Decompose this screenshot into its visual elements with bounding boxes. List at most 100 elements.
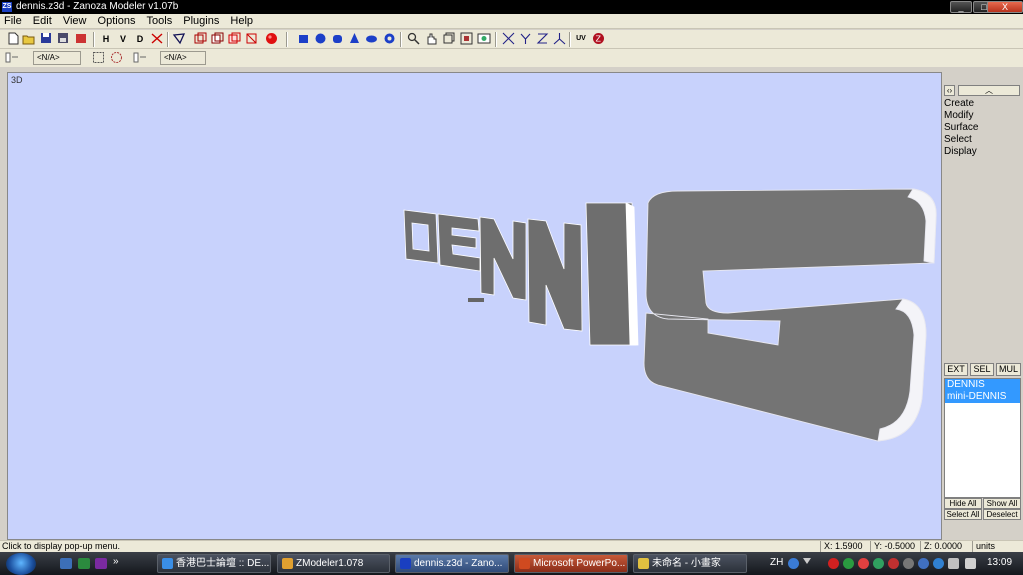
axis-y-icon[interactable]	[518, 32, 532, 46]
tray-app6-icon[interactable]	[903, 558, 914, 569]
camera-icon[interactable]	[477, 32, 491, 46]
letter-i	[585, 202, 639, 346]
rotate-icon[interactable]	[441, 32, 455, 46]
pan-icon[interactable]	[424, 32, 438, 46]
quicklaunch-more-icon[interactable]: »	[113, 556, 119, 567]
open-file-icon[interactable]	[22, 32, 36, 46]
tab-ext[interactable]: EXT	[944, 363, 968, 376]
tray-app4-icon[interactable]	[873, 558, 884, 569]
options-arrow-icon[interactable]	[803, 558, 811, 569]
app-icon[interactable]: ZS	[2, 2, 12, 12]
close-button[interactable]: X	[987, 1, 1023, 13]
zoom-icon[interactable]	[406, 32, 420, 46]
mini-dennis-mark	[468, 298, 484, 302]
start-button[interactable]	[6, 553, 36, 575]
object-list[interactable]: DENNIS mini-DENNIS	[944, 378, 1021, 498]
list-item[interactable]: DENNIS	[945, 379, 1020, 391]
menu-file[interactable]: File	[0, 14, 26, 29]
main-toolbar: H V D UV Z	[0, 30, 1023, 49]
zanoza-app-icon	[400, 558, 411, 569]
panel-create[interactable]: Create	[944, 98, 974, 110]
show-all-button[interactable]: Show All	[983, 498, 1021, 509]
taskbar-item[interactable]: Microsoft PowerPo...	[514, 554, 628, 573]
menu-plugins[interactable]: Plugins	[179, 14, 223, 29]
wire-cube-icon[interactable]	[244, 32, 258, 46]
tray-app2-icon[interactable]	[843, 558, 854, 569]
taskbar-item[interactable]: 香港巴士論壇 :: DE...	[157, 554, 271, 573]
cone-primitive-icon[interactable]	[347, 32, 361, 46]
taskbar-item[interactable]: 未命名 - 小畫家	[633, 554, 747, 573]
new-file-icon[interactable]	[6, 32, 20, 46]
panel-modify[interactable]: Modify	[944, 110, 973, 122]
menu-view[interactable]: View	[59, 14, 91, 29]
box-primitive-icon[interactable]	[296, 32, 310, 46]
taskbar-item[interactable]: dennis.z3d - Zano...	[395, 554, 509, 573]
menu-tools[interactable]: Tools	[143, 14, 177, 29]
svg-text:Z: Z	[595, 35, 601, 44]
axis-xyz-icon[interactable]	[552, 32, 566, 46]
language-indicator[interactable]: ZH	[770, 557, 783, 568]
tray-app8-icon[interactable]	[933, 558, 944, 569]
list-item[interactable]: mini-DENNIS	[945, 391, 1020, 403]
tab-mul[interactable]: MUL	[996, 363, 1021, 376]
select-all-button[interactable]: Select All	[944, 509, 982, 520]
minimize-button[interactable]: _	[950, 1, 972, 13]
taskbar-item[interactable]: ZModeler1.078	[277, 554, 390, 573]
vertical-button[interactable]: V	[116, 32, 130, 46]
save-icon[interactable]	[39, 32, 53, 46]
panel-display[interactable]: Display	[944, 146, 977, 158]
axis-z-icon[interactable]	[535, 32, 549, 46]
menu-help[interactable]: Help	[226, 14, 257, 29]
volume-icon[interactable]	[965, 558, 976, 569]
show-desktop-icon[interactable]	[60, 558, 72, 569]
gear-primitive-icon[interactable]	[382, 32, 396, 46]
box-view-icon[interactable]	[193, 32, 207, 46]
panel-surface[interactable]: Surface	[944, 122, 978, 134]
cylinder-primitive-icon[interactable]	[330, 32, 344, 46]
sphere-primitive-icon[interactable]	[313, 32, 327, 46]
depth-button[interactable]: D	[133, 32, 147, 46]
menu-options[interactable]: Options	[94, 14, 140, 29]
panel-select[interactable]: Select	[944, 134, 972, 146]
tab-sel[interactable]: SEL	[970, 363, 994, 376]
grid-toggle-icon[interactable]	[133, 51, 147, 65]
select-circle-icon[interactable]	[109, 51, 123, 65]
undo-icon[interactable]	[74, 32, 88, 46]
cut-icon[interactable]	[150, 32, 164, 46]
help-icon[interactable]	[788, 558, 799, 569]
tray-app5-icon[interactable]	[888, 558, 899, 569]
cube-alt-icon[interactable]	[227, 32, 241, 46]
media-player-icon[interactable]	[78, 558, 90, 569]
select-rect-icon[interactable]	[91, 51, 105, 65]
horizontal-button[interactable]: H	[99, 32, 113, 46]
letter-n2	[527, 218, 583, 332]
clock[interactable]: 13:09	[987, 557, 1012, 568]
letter-n1	[479, 216, 527, 301]
tray-app3-icon[interactable]	[858, 558, 869, 569]
hide-all-button[interactable]: Hide All	[944, 498, 982, 509]
menu-edit[interactable]: Edit	[29, 14, 56, 29]
grid-selector[interactable]: <N/A>	[160, 51, 206, 65]
powerpoint-icon	[519, 558, 530, 569]
cube-icon[interactable]	[210, 32, 224, 46]
messenger-icon[interactable]	[95, 558, 107, 569]
uv-icon[interactable]: UV	[574, 32, 588, 46]
viewport-3d[interactable]: 3D	[7, 72, 942, 540]
tray-app1-icon[interactable]	[828, 558, 839, 569]
snap-selector[interactable]: <N/A>	[33, 51, 81, 65]
panel-scroll-up-button[interactable]: ︿	[958, 85, 1020, 96]
fit-icon[interactable]	[459, 32, 473, 46]
secondary-toolbar: <N/A> <N/A>	[0, 49, 1023, 67]
snap-toggle-icon[interactable]	[5, 51, 19, 65]
deselect-button[interactable]: Deselect	[983, 509, 1021, 520]
panel-collapse-button[interactable]: ‹›	[944, 85, 955, 96]
zanoza-icon[interactable]: Z	[591, 32, 605, 46]
left-gutter	[0, 68, 7, 540]
sphere-render-icon[interactable]	[264, 32, 278, 46]
tray-app7-icon[interactable]	[918, 558, 929, 569]
torus-primitive-icon[interactable]	[364, 32, 378, 46]
pick-icon[interactable]	[172, 32, 186, 46]
network-icon[interactable]	[948, 558, 959, 569]
save-as-icon[interactable]	[56, 32, 70, 46]
axis-x-icon[interactable]	[501, 32, 515, 46]
